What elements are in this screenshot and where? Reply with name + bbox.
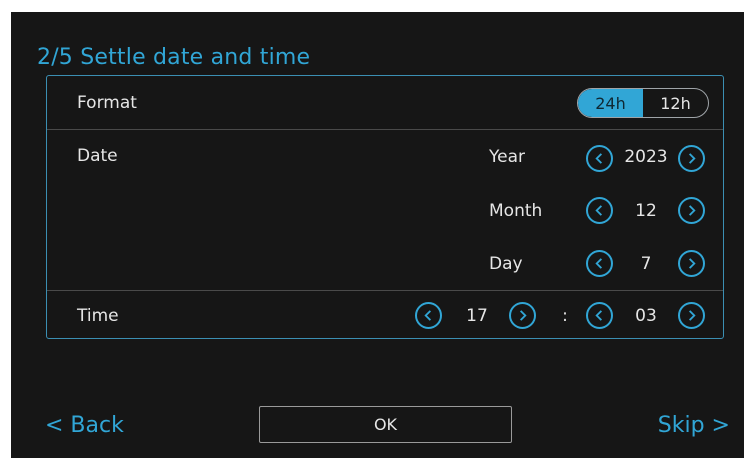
format-option-12h[interactable]: 12h	[643, 89, 708, 117]
chevron-left-icon	[595, 258, 603, 269]
day-value: 7	[640, 254, 652, 274]
year-increment-button[interactable]	[678, 145, 705, 172]
year-decrement-button[interactable]	[586, 145, 613, 172]
skip-button[interactable]: Skip >	[658, 413, 730, 438]
time-separator: :	[562, 306, 568, 326]
minute-decrement-button[interactable]	[586, 302, 613, 329]
chevron-right-icon	[519, 310, 527, 321]
chevron-left-icon	[595, 153, 603, 164]
hour-value: 17	[466, 306, 488, 326]
month-value: 12	[635, 201, 657, 221]
date-label: Date	[77, 146, 118, 166]
month-decrement-button[interactable]	[586, 197, 613, 224]
page-title: 2/5 Settle date and time	[37, 45, 311, 70]
chevron-left-icon	[595, 310, 603, 321]
chevron-left-icon	[595, 205, 603, 216]
hour-decrement-button[interactable]	[415, 302, 442, 329]
day-decrement-button[interactable]	[586, 250, 613, 277]
format-toggle[interactable]: 24h 12h	[577, 88, 709, 118]
chevron-right-icon	[688, 258, 696, 269]
settings-panel: Format 24h 12h Date Year 2023 Month 12 D…	[46, 75, 724, 339]
month-label: Month	[489, 201, 543, 221]
hour-increment-button[interactable]	[509, 302, 536, 329]
year-label: Year	[489, 147, 525, 167]
time-label: Time	[77, 306, 119, 326]
chevron-right-icon	[688, 310, 696, 321]
day-increment-button[interactable]	[678, 250, 705, 277]
ok-button[interactable]: OK	[259, 406, 512, 443]
chevron-right-icon	[688, 205, 696, 216]
chevron-right-icon	[688, 153, 696, 164]
month-increment-button[interactable]	[678, 197, 705, 224]
chevron-left-icon	[424, 310, 432, 321]
format-option-24h[interactable]: 24h	[578, 89, 643, 117]
year-value: 2023	[624, 147, 668, 167]
divider	[47, 290, 723, 291]
day-label: Day	[489, 254, 523, 274]
minute-increment-button[interactable]	[678, 302, 705, 329]
format-label: Format	[77, 93, 137, 113]
minute-value: 03	[635, 306, 657, 326]
back-button[interactable]: < Back	[45, 413, 124, 438]
divider	[47, 129, 723, 130]
